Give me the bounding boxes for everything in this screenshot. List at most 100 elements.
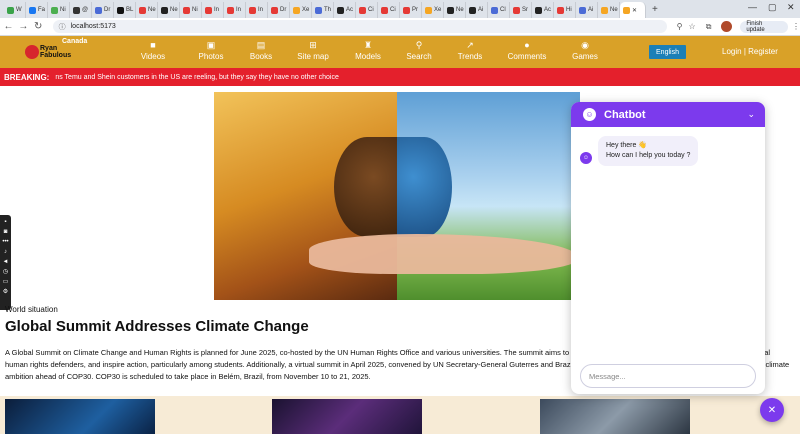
article-category[interactable]: World situation: [5, 305, 58, 314]
browser-tab[interactable]: Ni: [48, 2, 70, 18]
minimize-icon[interactable]: —: [748, 2, 757, 12]
related-thumbnail[interactable]: [5, 399, 155, 434]
browser-tab[interactable]: Ne: [136, 2, 158, 18]
browser-tab[interactable]: BL: [114, 2, 136, 18]
tab-favicon-icon: [51, 6, 58, 14]
register-link[interactable]: Register: [748, 47, 778, 56]
language-button[interactable]: English: [649, 45, 686, 59]
browser-tab[interactable]: Fa: [26, 2, 48, 18]
tab-favicon-icon: [425, 6, 432, 14]
browser-tab[interactable]: Ci: [356, 2, 378, 18]
microphone-icon[interactable]: ♪: [4, 248, 7, 256]
chevron-down-icon[interactable]: ⌄: [747, 109, 755, 120]
browser-tab[interactable]: In: [224, 2, 246, 18]
reload-icon[interactable]: ↻: [32, 21, 45, 32]
browser-tab[interactable]: Cl: [488, 2, 510, 18]
browser-tab[interactable]: Ne: [444, 2, 466, 18]
tab-label: Ni: [192, 7, 198, 13]
maximize-icon[interactable]: ▢: [768, 2, 777, 13]
tab-label: Ni: [60, 7, 66, 13]
browser-tab[interactable]: Ne: [158, 2, 180, 18]
related-thumbnail[interactable]: [540, 399, 690, 434]
nav-item-comments[interactable]: ● Comments: [497, 40, 557, 61]
browser-tab[interactable]: Dr: [92, 2, 114, 18]
browser-tab[interactable]: Xe: [422, 2, 444, 18]
message-input[interactable]: Message...: [580, 364, 756, 388]
tab-close-icon[interactable]: ✕: [632, 7, 637, 14]
browser-tab-strip: W Fa Ni @ Dr BL Ne Ne Ni In In In Dr Xe Th Ac Ci Ci Pr Xe Ne…: [0, 0, 800, 18]
zoom-icon[interactable]: ⚲: [677, 22, 683, 31]
breaking-ticker-text[interactable]: ns Temu and Shein customers in the US ar…: [55, 74, 339, 81]
address-bar[interactable]: ⓘ localhost:5173: [52, 20, 667, 33]
new-tab-icon[interactable]: +: [646, 2, 664, 18]
browser-tab[interactable]: Xe: [290, 2, 312, 18]
nav-item-books[interactable]: ▤ Books: [231, 40, 291, 61]
browser-tab[interactable]: Th: [312, 2, 334, 18]
browser-tab[interactable]: Ac: [532, 2, 554, 18]
close-window-icon[interactable]: ✕: [787, 2, 795, 13]
browser-tab-active[interactable]: ✕: [620, 2, 646, 18]
address-text: localhost:5173: [70, 23, 116, 30]
tab-favicon-icon: [249, 6, 256, 14]
browser-tab[interactable]: Hi: [554, 2, 576, 18]
site-logo[interactable]: Ryan Fabulous: [25, 42, 71, 64]
browser-tab[interactable]: Ni: [180, 2, 202, 18]
breaking-label: BREAKING:: [4, 72, 50, 82]
timer-icon[interactable]: ◷: [3, 268, 8, 276]
browser-tab[interactable]: Dr: [268, 2, 290, 18]
browser-tab[interactable]: @: [70, 2, 92, 18]
tab-favicon-icon: [601, 6, 608, 14]
browser-tab[interactable]: In: [246, 2, 268, 18]
tab-label: Ai: [478, 7, 484, 13]
nav-item-site-map[interactable]: ⊞ Site map: [283, 40, 343, 61]
browser-tab[interactable]: Pr: [400, 2, 422, 18]
browser-tab[interactable]: Ne: [598, 2, 620, 18]
nav-label: Comments: [507, 52, 547, 61]
browser-tab[interactable]: Ci: [378, 2, 400, 18]
tab-label: Xe: [434, 7, 442, 13]
bookmark-star-icon[interactable]: ☆: [689, 22, 696, 31]
profile-avatar[interactable]: [721, 21, 733, 32]
settings-icon[interactable]: ⚙: [3, 288, 8, 296]
tab-favicon-icon: [535, 6, 542, 14]
search-icon: ⚲: [415, 40, 423, 50]
browser-menu-icon[interactable]: ⋮: [792, 22, 800, 31]
site-info-icon[interactable]: ⓘ: [59, 22, 66, 32]
nav-item-games[interactable]: ◉ Games: [555, 40, 615, 61]
robot-icon: ☺: [583, 108, 596, 121]
window-icon[interactable]: ▭: [3, 278, 9, 286]
tab-favicon-icon: [293, 6, 300, 14]
extensions-icon[interactable]: ⧉: [706, 22, 712, 32]
browser-tab[interactable]: W: [4, 2, 26, 18]
volume-icon[interactable]: ◄: [3, 258, 9, 266]
article-title[interactable]: Global Summit Addresses Climate Change: [5, 318, 309, 335]
browser-tab[interactable]: Ac: [334, 2, 356, 18]
camera-icon[interactable]: ◙: [4, 228, 8, 236]
related-thumbnail[interactable]: [272, 399, 422, 434]
tab-favicon-icon: [513, 6, 520, 14]
browser-tab[interactable]: Ai: [466, 2, 488, 18]
finish-update-button[interactable]: Finish update: [740, 20, 788, 33]
country-label: Canada: [62, 38, 88, 45]
back-icon[interactable]: ←: [2, 21, 15, 32]
bot-avatar-icon: ☺: [580, 152, 592, 164]
forward-icon[interactable]: →: [17, 21, 30, 32]
nav-item-videos[interactable]: ■ Videos: [123, 40, 183, 61]
close-chat-button[interactable]: ✕: [760, 398, 784, 422]
tab-label: BL: [126, 7, 134, 13]
tab-label: Sr: [522, 7, 528, 13]
logo-line1: Ryan: [40, 45, 58, 52]
browser-tab[interactable]: In: [202, 2, 224, 18]
browser-tab[interactable]: Ai: [576, 2, 598, 18]
nav-item-trends[interactable]: ↗ Trends: [440, 40, 500, 61]
pin-icon[interactable]: ▪: [4, 218, 6, 226]
more-icon[interactable]: •••: [2, 238, 8, 246]
tab-label: Dr: [104, 7, 111, 13]
tab-favicon-icon: [161, 6, 168, 14]
video-icon: ■: [150, 40, 156, 50]
related-articles-row: [0, 396, 800, 434]
login-link[interactable]: Login: [722, 47, 742, 56]
tab-favicon-icon: [381, 6, 388, 14]
article-hero-image[interactable]: [214, 92, 580, 300]
browser-tab[interactable]: Sr: [510, 2, 532, 18]
